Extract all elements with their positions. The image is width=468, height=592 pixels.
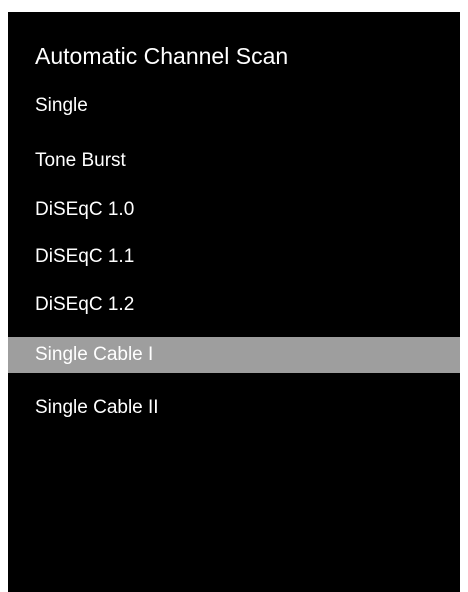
option-tone-burst[interactable]: Tone Burst [8, 143, 460, 179]
menu-title: Automatic Channel Scan [35, 43, 289, 69]
option-diseqc-1-2[interactable]: DiSEqC 1.2 [8, 287, 460, 323]
option-diseqc-1-0[interactable]: DiSEqC 1.0 [8, 192, 460, 228]
option-diseqc-1-1[interactable]: DiSEqC 1.1 [8, 239, 460, 275]
option-single-cable-i[interactable]: Single Cable I [8, 337, 460, 373]
option-single[interactable]: Single [8, 88, 460, 124]
tv-menu-screen: Automatic Channel Scan Single Tone Burst… [8, 12, 460, 592]
option-single-cable-ii[interactable]: Single Cable II [8, 390, 460, 426]
